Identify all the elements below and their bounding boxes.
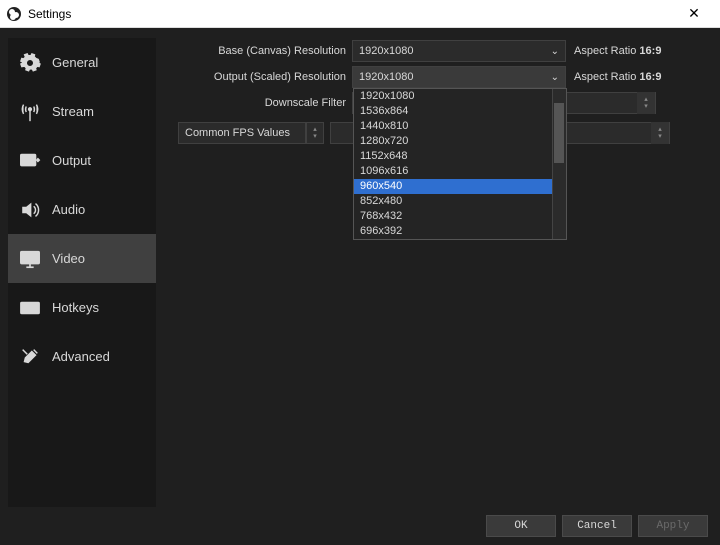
chevron-down-icon: ⌄ [551, 46, 559, 57]
output-aspect-ratio: Aspect Ratio 16:9 [574, 71, 661, 83]
titlebar: Settings ✕ [0, 0, 720, 28]
spin-icon[interactable]: ▴▾ [637, 92, 655, 114]
sidebar: General Stream Output Audio Video Hotkey… [8, 38, 156, 507]
dropdown-option[interactable]: 1440x810 [354, 119, 566, 134]
tools-icon [18, 345, 42, 369]
output-icon [18, 149, 42, 173]
spin-icon[interactable]: ▴▾ [651, 122, 669, 144]
app-logo-icon [6, 6, 22, 22]
settings-panel-video: Base (Canvas) Resolution 1920x1080 ⌄ Asp… [164, 38, 712, 507]
sidebar-item-audio[interactable]: Audio [8, 185, 156, 234]
base-resolution-label: Base (Canvas) Resolution [164, 45, 352, 57]
sidebar-item-output[interactable]: Output [8, 136, 156, 185]
base-aspect-ratio: Aspect Ratio 16:9 [574, 45, 661, 57]
dropdown-option[interactable]: 960x540 [354, 179, 566, 194]
dropdown-option[interactable]: 852x480 [354, 194, 566, 209]
antenna-icon [18, 100, 42, 124]
dropdown-option[interactable]: 1280x720 [354, 134, 566, 149]
dropdown-option[interactable]: 1536x864 [354, 104, 566, 119]
output-resolution-value: 1920x1080 [359, 71, 551, 83]
monitor-icon [18, 247, 42, 271]
sidebar-item-video[interactable]: Video [8, 234, 156, 283]
chevron-down-icon: ⌄ [551, 72, 559, 83]
sidebar-item-hotkeys[interactable]: Hotkeys [8, 283, 156, 332]
sidebar-item-general[interactable]: General [8, 38, 156, 87]
sidebar-item-label: Advanced [52, 349, 110, 364]
sidebar-item-label: Output [52, 153, 91, 168]
output-resolution-combo[interactable]: 1920x1080 ⌄ [352, 66, 566, 88]
output-resolution-dropdown: 1920x10801536x8641440x8101280x7201152x64… [353, 88, 567, 240]
ok-button[interactable]: OK [486, 515, 556, 537]
apply-button[interactable]: Apply [638, 515, 708, 537]
dialog-footer: OK Cancel Apply [0, 507, 720, 545]
dropdown-option[interactable]: 1096x616 [354, 164, 566, 179]
base-resolution-value: 1920x1080 [359, 45, 551, 57]
dropdown-option[interactable]: 1920x1080 [354, 89, 566, 104]
dropdown-option[interactable]: 1152x648 [354, 149, 566, 164]
output-resolution-label: Output (Scaled) Resolution [164, 71, 352, 83]
dropdown-option[interactable]: 768x432 [354, 209, 566, 224]
scrollbar-thumb[interactable] [554, 103, 564, 163]
dropdown-option[interactable]: 696x392 [354, 224, 566, 239]
close-button[interactable]: ✕ [674, 5, 714, 22]
base-resolution-combo[interactable]: 1920x1080 ⌄ [352, 40, 566, 62]
sidebar-item-advanced[interactable]: Advanced [8, 332, 156, 381]
sidebar-item-label: General [52, 55, 98, 70]
app-body: General Stream Output Audio Video Hotkey… [0, 28, 720, 545]
cancel-button[interactable]: Cancel [562, 515, 632, 537]
fps-mode-spin[interactable]: ▴▾ [306, 122, 324, 144]
keyboard-icon [18, 296, 42, 320]
fps-mode-value: Common FPS Values [185, 127, 299, 139]
window-title: Settings [28, 7, 674, 21]
sidebar-item-label: Hotkeys [52, 300, 99, 315]
fps-mode-combo[interactable]: Common FPS Values [178, 122, 306, 144]
sidebar-item-label: Audio [52, 202, 85, 217]
gear-icon [18, 51, 42, 75]
sidebar-item-label: Video [52, 251, 85, 266]
dropdown-scrollbar[interactable] [552, 89, 566, 239]
downscale-filter-label: Downscale Filter [164, 97, 352, 109]
speaker-icon [18, 198, 42, 222]
sidebar-item-label: Stream [52, 104, 94, 119]
sidebar-item-stream[interactable]: Stream [8, 87, 156, 136]
